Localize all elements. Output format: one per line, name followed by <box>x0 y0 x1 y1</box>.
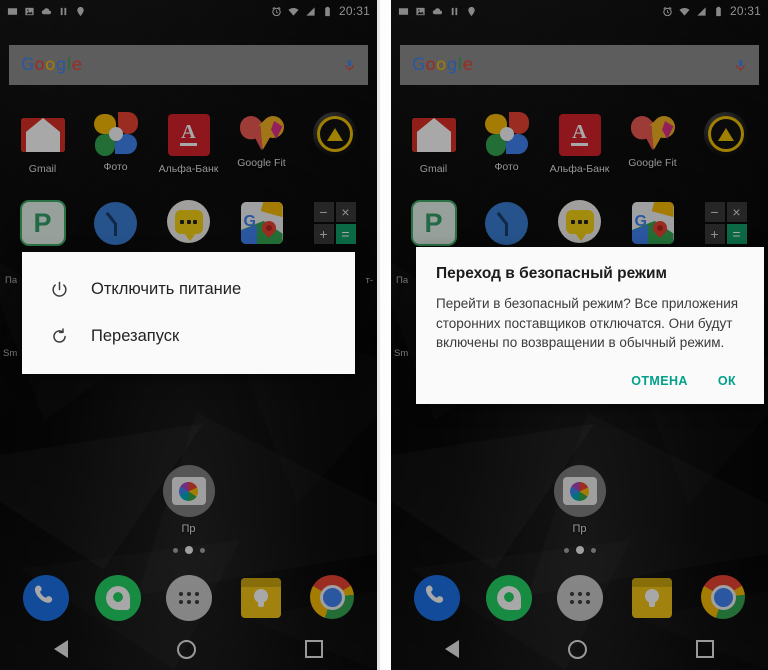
panel-divider <box>377 0 391 670</box>
restart-item[interactable]: Перезапуск <box>22 313 355 360</box>
power-off-label: Отключить питание <box>91 280 242 298</box>
dialog-body: Перейти в безопасный режим? Все приложен… <box>436 296 739 351</box>
cancel-button[interactable]: ОТМЕНА <box>629 368 690 394</box>
phone-screen-left: 20:31 Google Gmail Фото A Альфа-Банк Goo… <box>0 0 377 670</box>
phone-screen-right: 20:31 Google Gmail Фото A Альфа-Банк Goo… <box>391 0 768 670</box>
power-icon <box>52 281 67 297</box>
dialog-actions: ОТМЕНА ОК <box>436 368 744 394</box>
ok-button[interactable]: ОК <box>716 368 738 394</box>
power-menu: Отключить питание Перезапуск <box>22 252 355 374</box>
screenshot-stage: 20:31 Google Gmail Фото A Альфа-Банк Goo… <box>0 0 768 670</box>
power-off-item[interactable]: Отключить питание <box>22 266 355 313</box>
restart-label: Перезапуск <box>91 327 180 345</box>
safe-mode-dialog: Переход в безопасный режим Перейти в без… <box>416 247 764 404</box>
dialog-title: Переход в безопасный режим <box>436 265 668 282</box>
restart-icon <box>53 328 66 343</box>
